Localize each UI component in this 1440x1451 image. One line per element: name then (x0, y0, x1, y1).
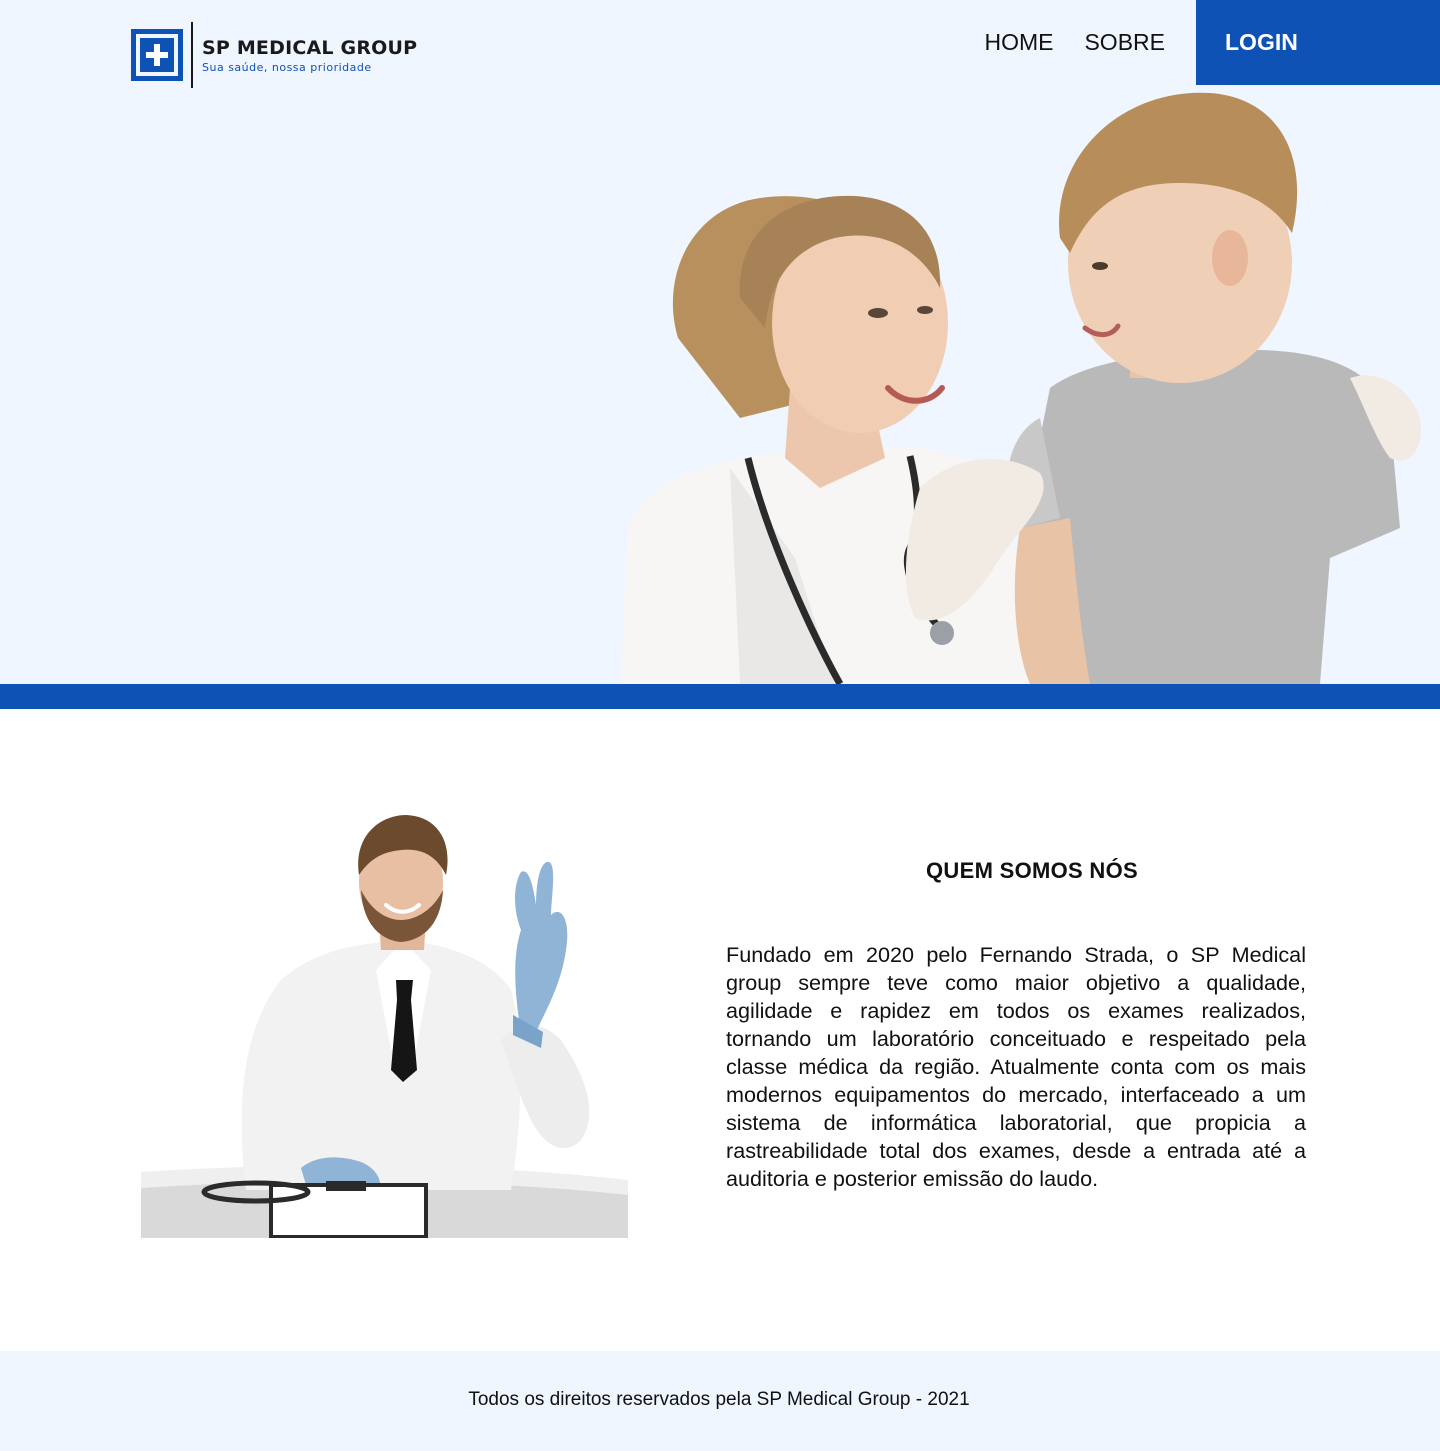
brand-logo[interactable]: SP MEDICAL GROUP Sua saúde, nossa priori… (131, 22, 417, 88)
brand-tagline: Sua saúde, nossa prioridade (202, 60, 372, 74)
about-photo-doctor-waving (141, 815, 628, 1238)
login-button[interactable]: LOGIN (1196, 0, 1440, 85)
brand-name: SP MEDICAL GROUP (202, 36, 418, 59)
about-title: QUEM SOMOS NÓS (926, 858, 1138, 883)
logo-divider (191, 22, 193, 88)
page-footer: Todos os direitos reservados pela SP Med… (0, 1351, 1440, 1451)
hero-accent-bar (0, 684, 1440, 709)
footer-copyright: Todos os direitos reservados pela SP Med… (468, 1388, 970, 1410)
nav-sobre-link[interactable]: SOBRE (1084, 29, 1165, 56)
hero-section: SP MEDICAL GROUP Sua saúde, nossa priori… (0, 0, 1440, 684)
medical-cross-icon (131, 29, 183, 81)
hero-photo-doctor-with-child (620, 92, 1421, 684)
logo-text: SP MEDICAL GROUP Sua saúde, nossa priori… (202, 37, 417, 74)
main-nav: HOME SOBRE LOGIN (984, 0, 1440, 85)
nav-home-link[interactable]: HOME (984, 29, 1053, 56)
about-description: Fundado em 2020 pelo Fernando Strada, o … (726, 942, 1306, 1191)
